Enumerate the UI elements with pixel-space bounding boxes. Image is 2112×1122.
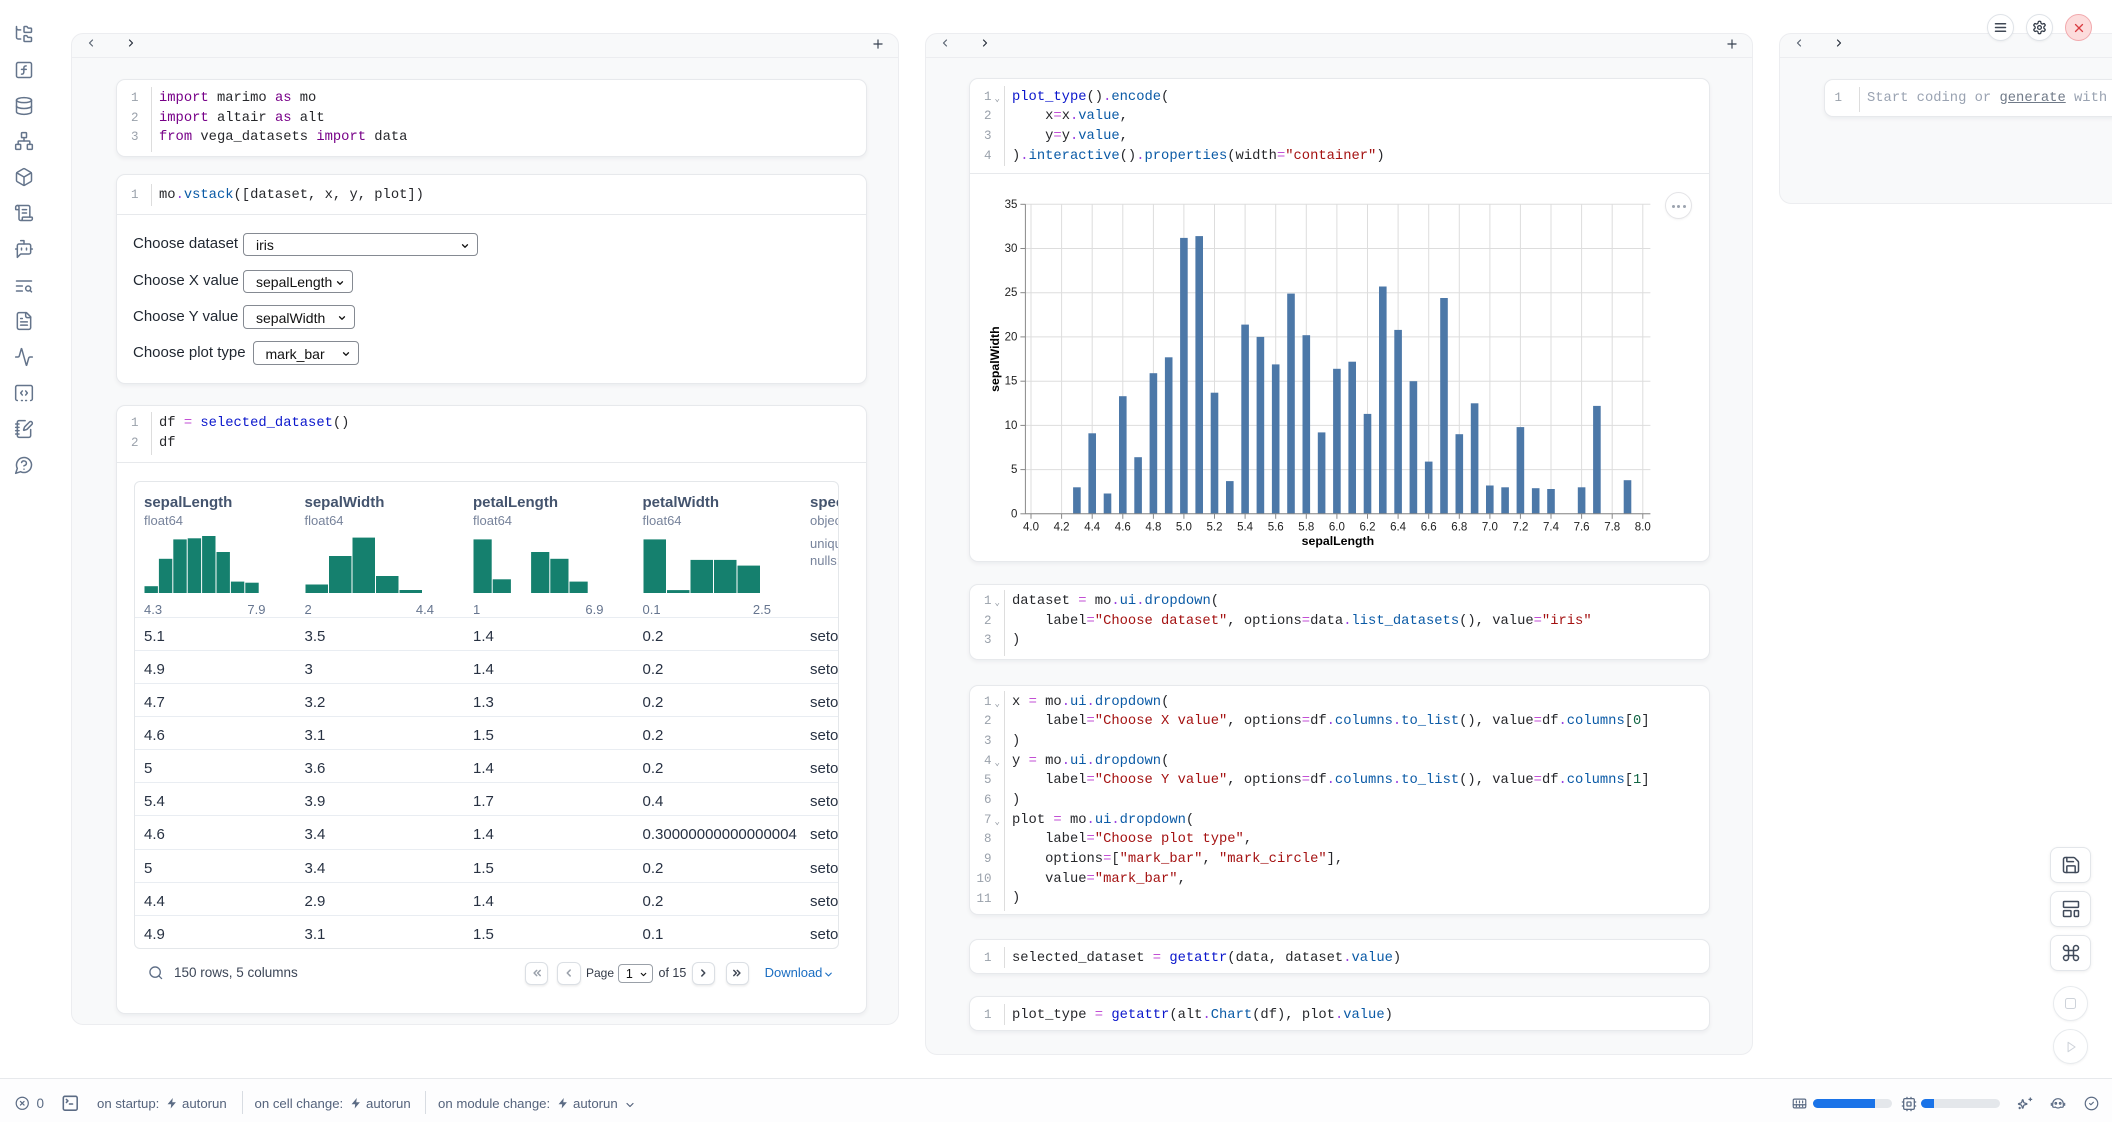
- svg-text:15: 15: [1005, 376, 1018, 388]
- svg-text:8.0: 8.0: [1635, 521, 1651, 533]
- svg-text:4.0: 4.0: [1023, 521, 1039, 533]
- svg-text:30: 30: [1005, 243, 1018, 255]
- svg-text:7.2: 7.2: [1512, 521, 1528, 533]
- svg-text:25: 25: [1005, 287, 1018, 299]
- svg-text:sepalLength: sepalLength: [1302, 534, 1374, 548]
- svg-text:5.8: 5.8: [1298, 521, 1314, 533]
- svg-text:7.6: 7.6: [1574, 521, 1590, 533]
- svg-text:6.4: 6.4: [1390, 521, 1407, 533]
- svg-text:20: 20: [1005, 331, 1018, 343]
- svg-text:7.8: 7.8: [1604, 521, 1620, 533]
- svg-text:6.0: 6.0: [1329, 521, 1345, 533]
- svg-text:4.6: 4.6: [1115, 521, 1131, 533]
- svg-text:5.2: 5.2: [1207, 521, 1223, 533]
- svg-text:35: 35: [1005, 199, 1018, 211]
- svg-text:6.6: 6.6: [1421, 521, 1437, 533]
- svg-text:5.6: 5.6: [1268, 521, 1284, 533]
- svg-text:6.2: 6.2: [1360, 521, 1376, 533]
- svg-text:6.8: 6.8: [1451, 521, 1467, 533]
- svg-text:5.4: 5.4: [1237, 521, 1254, 533]
- svg-text:10: 10: [1005, 420, 1018, 432]
- svg-text:4.4: 4.4: [1084, 521, 1101, 533]
- svg-text:4.2: 4.2: [1054, 521, 1070, 533]
- svg-text:4.8: 4.8: [1145, 521, 1161, 533]
- svg-text:0: 0: [1011, 508, 1017, 520]
- svg-text:5.0: 5.0: [1176, 521, 1192, 533]
- svg-text:7.4: 7.4: [1543, 521, 1560, 533]
- svg-text:7.0: 7.0: [1482, 521, 1498, 533]
- svg-text:5: 5: [1011, 464, 1017, 476]
- svg-text:sepalWidth: sepalWidth: [988, 326, 1002, 391]
